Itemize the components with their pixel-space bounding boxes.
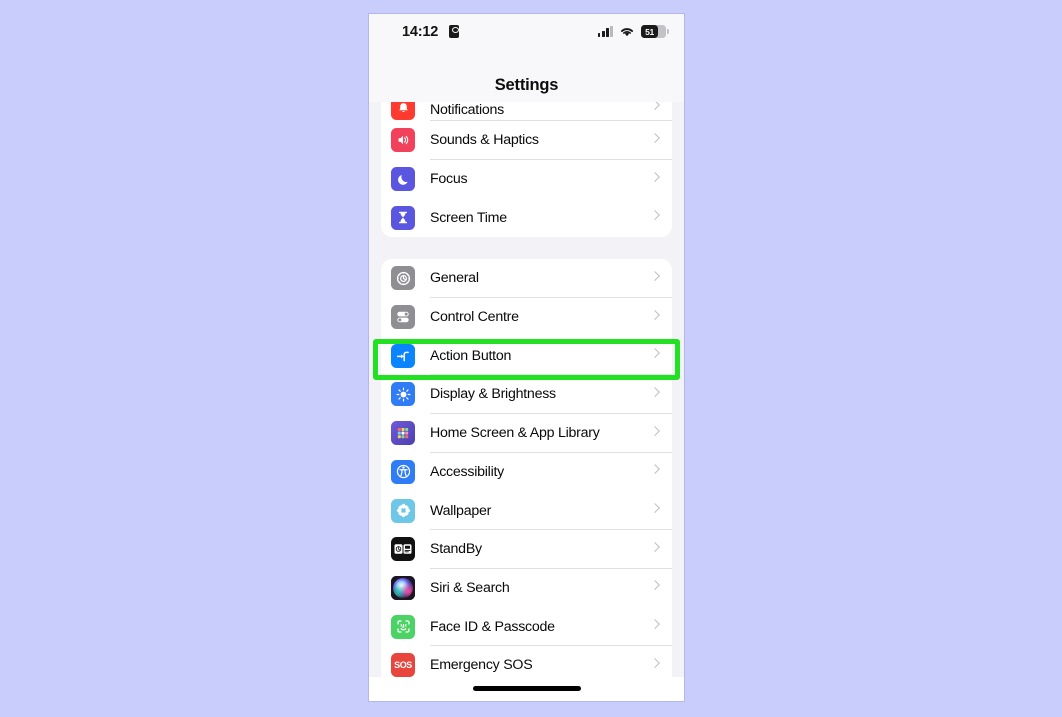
settings-row-accessibility[interactable]: Accessibility [381,452,672,492]
brightness-sun-icon [391,382,415,407]
status-time: 14:12 [402,24,439,40]
chevron-right-icon [650,619,660,630]
settings-row-standby[interactable]: StandBy [381,529,672,569]
settings-row-siri-search[interactable]: Siri & Search [381,568,672,608]
page-title: Settings [494,76,559,94]
moon-icon [391,167,415,192]
chevron-right-icon [650,270,660,281]
gear-icon [391,266,415,291]
settings-group-notifications: Notifications Sounds & Haptics Focus Scr… [381,94,672,238]
chevron-right-icon [650,210,660,221]
chevron-right-icon [650,387,660,397]
cellular-signal-icon [597,26,613,37]
settings-row-wallpaper[interactable]: Wallpaper [381,491,672,530]
settings-row-action-button[interactable]: Action Button [381,336,672,376]
settings-row-general[interactable]: General [381,259,672,298]
accessibility-icon [391,459,415,484]
settings-row-label: Face ID & Passcode [430,618,555,635]
settings-row-label: Sounds & Haptics [430,132,539,149]
settings-row-focus[interactable]: Focus [381,159,672,199]
settings-row-home-screen[interactable]: Home Screen & App Library [381,413,672,453]
settings-row-label: Notifications [430,102,505,118]
settings-row-label: General [430,270,479,287]
settings-row-label: Emergency SOS [430,657,533,674]
settings-row-screen-time[interactable]: Screen Time [381,198,672,238]
action-button-icon [391,343,415,368]
face-id-icon [391,614,415,639]
app-grid-icon [391,421,415,446]
flower-icon [391,498,415,523]
chevron-right-icon [650,541,660,552]
lock-portrait-icon [449,25,459,38]
settings-row-label: Action Button [430,347,512,364]
chevron-right-icon [650,503,660,514]
settings-row-label: Accessibility [430,463,505,480]
settings-row-label: Home Screen & App Library [430,425,600,442]
settings-row-face-id-passcode[interactable]: Face ID & Passcode [381,607,672,646]
battery-level: 51 [645,26,654,37]
chevron-right-icon [650,464,660,475]
wifi-icon [619,26,635,38]
settings-row-label: Focus [430,171,468,188]
standby-widgets-icon [391,537,415,562]
toggles-icon [391,305,415,330]
chevron-right-icon [650,425,660,436]
settings-row-label: Screen Time [430,209,507,226]
settings-row-label: Siri & Search [430,579,510,596]
iphone-frame: 14:12 51 Settings Notifications Sounds &… [369,14,684,701]
settings-row-control-centre[interactable]: Control Centre [381,297,672,337]
chevron-right-icon [650,580,660,591]
chevron-right-icon [650,132,660,143]
settings-row-label: Display & Brightness [430,386,556,403]
status-bar: 14:12 51 [369,14,684,54]
settings-row-label: Control Centre [430,309,519,326]
settings-group-system: General Control Centre Action Button Dis… [381,259,672,685]
chevron-right-icon [650,657,660,668]
settings-row-sounds-haptics[interactable]: Sounds & Haptics [381,121,672,160]
chevron-right-icon [650,309,660,320]
settings-scroll-view[interactable]: Notifications Sounds & Haptics Focus Scr… [369,94,684,701]
navigation-bar: Settings [369,54,684,102]
chevron-right-icon [650,171,660,182]
settings-row-label: StandBy [430,541,482,558]
battery-icon: 51 [641,25,669,38]
settings-row-label: Wallpaper [430,502,492,519]
status-indicators: 51 [597,23,669,40]
siri-orb-icon [391,575,415,600]
home-indicator [472,686,581,691]
chevron-right-icon [650,348,660,359]
speaker-waves-icon [391,128,415,153]
settings-row-display-brightness[interactable]: Display & Brightness [381,375,672,414]
sos-icon: SOS [391,653,415,678]
hourglass-icon [391,205,415,230]
